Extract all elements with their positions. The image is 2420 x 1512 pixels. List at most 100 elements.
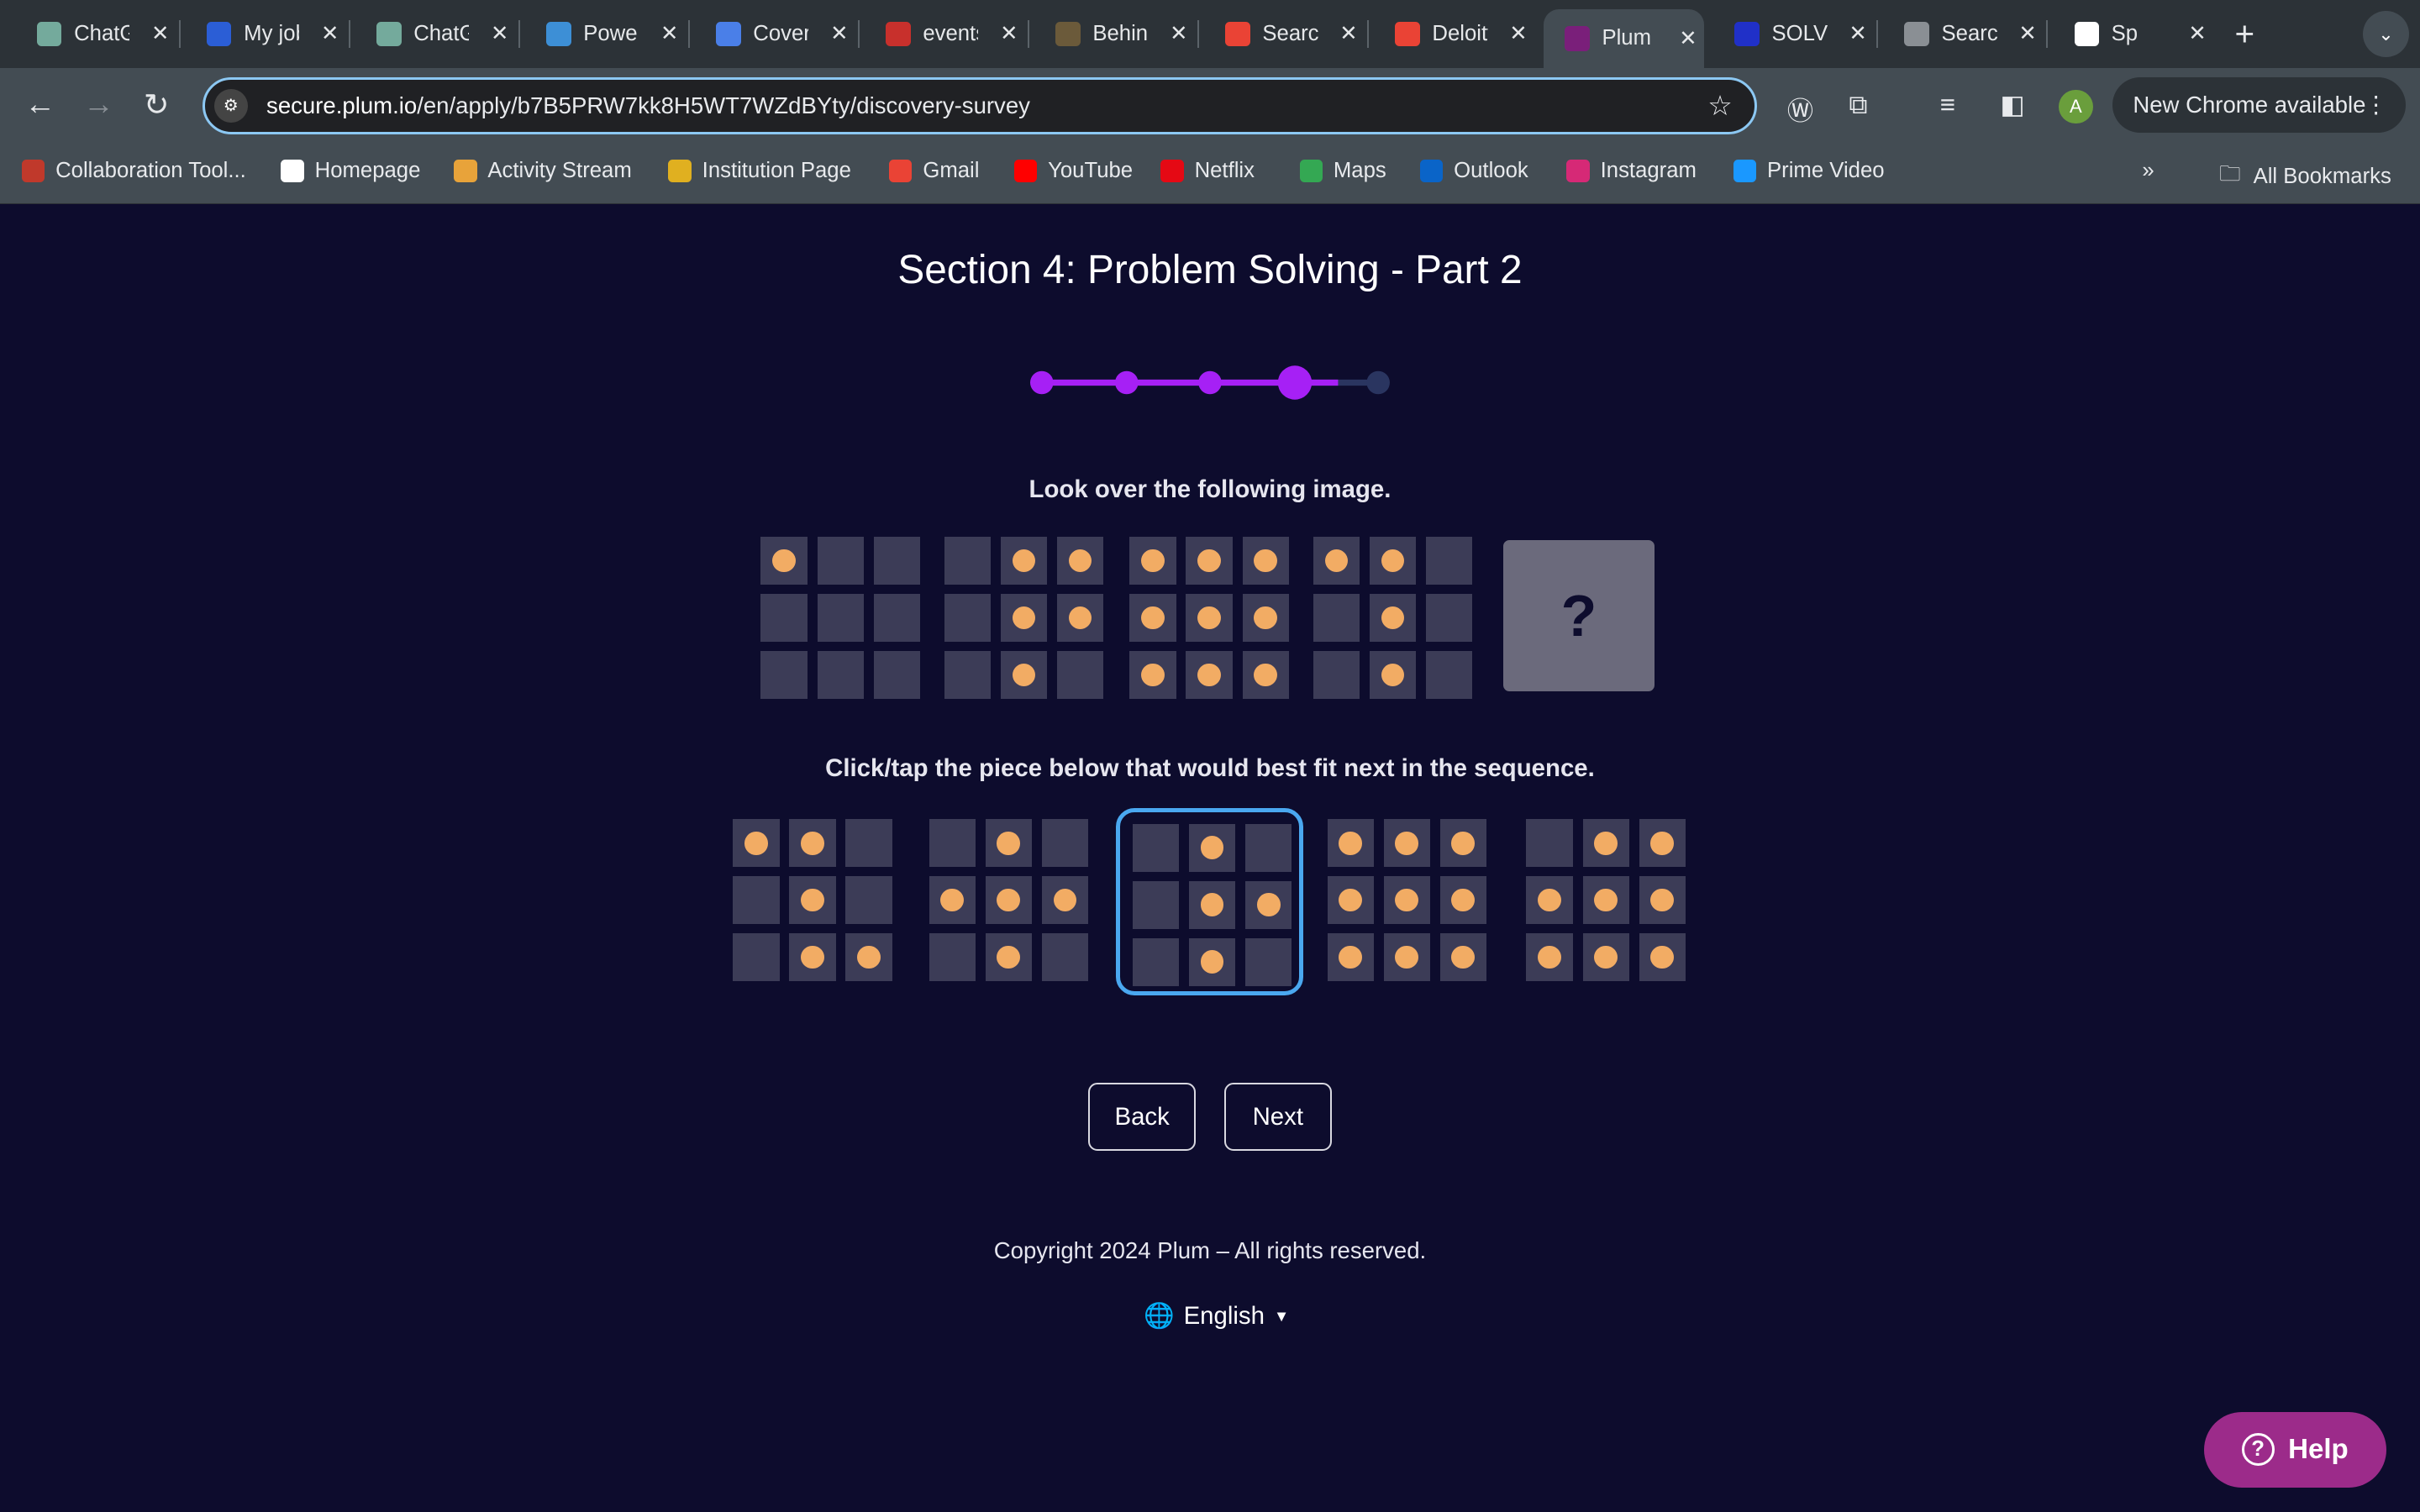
grid-cell	[845, 819, 892, 868]
dot	[1395, 945, 1418, 969]
answer-option-4[interactable]	[1327, 819, 1486, 982]
grid-cell	[1582, 819, 1629, 868]
grid-cell	[1129, 651, 1176, 699]
progress-step-3	[1198, 370, 1222, 395]
dot	[1538, 945, 1561, 969]
back-button[interactable]: Back	[1087, 1083, 1197, 1152]
globe-icon: 🌐	[1143, 1302, 1175, 1331]
dot	[1197, 663, 1221, 687]
dot	[1254, 549, 1277, 573]
grid-cell	[1526, 876, 1573, 925]
dot	[1381, 663, 1405, 687]
grid-cell	[929, 876, 976, 925]
next-button[interactable]: Next	[1223, 1083, 1333, 1152]
grid-cell	[1639, 933, 1686, 982]
grid-cell	[1041, 876, 1088, 925]
dot	[1256, 893, 1281, 916]
language-selector[interactable]: 🌐 English ▼	[1144, 1302, 1289, 1331]
prompt-choose-piece: Click/tap the piece below that would bes…	[825, 754, 1595, 783]
grid-cell	[1639, 819, 1686, 868]
answer-option-2[interactable]	[929, 819, 1088, 982]
grid-cell	[1129, 537, 1176, 585]
grid-cell	[789, 819, 836, 868]
answer-option-3[interactable]	[1133, 823, 1292, 986]
grid-cell	[1133, 823, 1180, 872]
dot	[1141, 663, 1165, 687]
grid-cell	[1129, 594, 1176, 643]
grid-cell	[1383, 819, 1430, 868]
help-button[interactable]: ? Help	[2203, 1411, 2386, 1488]
grid-cell	[1041, 933, 1088, 982]
answer-option-5[interactable]	[1526, 819, 1686, 982]
grid-cell	[760, 594, 808, 643]
dot	[1594, 945, 1618, 969]
grid-cell	[789, 876, 836, 925]
sequence-item-2	[944, 537, 1104, 699]
dot	[1339, 945, 1362, 969]
grid-cell	[985, 876, 1032, 925]
grid-cell	[845, 933, 892, 982]
grid-cell	[1189, 937, 1236, 986]
question-circle-icon: ?	[2241, 1433, 2275, 1467]
grid-cell	[929, 933, 976, 982]
caret-down-icon: ▼	[1273, 1307, 1290, 1326]
grid-cell	[1327, 819, 1374, 868]
progress-step-4	[1277, 365, 1313, 400]
dot	[1381, 549, 1405, 573]
grid-cell	[929, 819, 976, 868]
grid-cell	[817, 651, 864, 699]
grid-cell	[1242, 594, 1289, 643]
grid-cell	[1313, 537, 1360, 585]
grid-cell	[1189, 823, 1236, 872]
grid-cell	[1426, 537, 1473, 585]
grid-cell	[1245, 823, 1292, 872]
grid-cell	[1582, 876, 1629, 925]
dot	[1395, 831, 1418, 855]
dot	[1395, 888, 1418, 912]
grid-cell	[1041, 819, 1088, 868]
dot	[1053, 888, 1077, 912]
grid-cell	[1133, 880, 1180, 929]
grid-cell	[873, 537, 920, 585]
browser-window: + ⌄ ChatGPT✕My jobs✕ChatGPT✕Power✕Cover✕…	[0, 0, 2420, 1512]
dot	[940, 888, 964, 912]
answer-option-1[interactable]	[733, 819, 892, 982]
grid-cell	[789, 933, 836, 982]
dot	[997, 888, 1021, 912]
dot	[1141, 549, 1165, 573]
grid-cell	[1186, 651, 1233, 699]
grid-cell	[817, 537, 864, 585]
grid-cell	[944, 594, 992, 643]
dot	[1324, 549, 1349, 573]
dot	[1451, 831, 1475, 855]
dot	[1650, 945, 1674, 969]
grid-cell	[1526, 819, 1573, 868]
grid-cell	[1327, 933, 1374, 982]
grid-cell	[1186, 537, 1233, 585]
dot	[1254, 663, 1277, 687]
progress-step-5	[1366, 370, 1390, 395]
grid-cell	[1001, 594, 1048, 643]
grid-cell	[1439, 876, 1486, 925]
dot	[801, 888, 824, 912]
grid-cell	[733, 876, 780, 925]
dot	[1254, 606, 1277, 630]
dot	[997, 831, 1021, 855]
grid-cell	[1439, 819, 1486, 868]
grid-cell	[1426, 594, 1473, 643]
dot	[1200, 950, 1224, 974]
grid-cell	[733, 819, 780, 868]
dot	[1200, 836, 1224, 860]
grid-cell	[1526, 933, 1573, 982]
dot	[1594, 831, 1618, 855]
grid-cell	[1057, 537, 1104, 585]
grid-cell	[1383, 876, 1430, 925]
grid-cell	[1313, 594, 1360, 643]
grid-cell	[944, 651, 992, 699]
grid-cell	[1313, 651, 1360, 699]
grid-cell	[1370, 651, 1417, 699]
grid-cell	[1242, 651, 1289, 699]
grid-cell	[1057, 651, 1104, 699]
dot	[1012, 549, 1036, 573]
grid-cell	[985, 933, 1032, 982]
